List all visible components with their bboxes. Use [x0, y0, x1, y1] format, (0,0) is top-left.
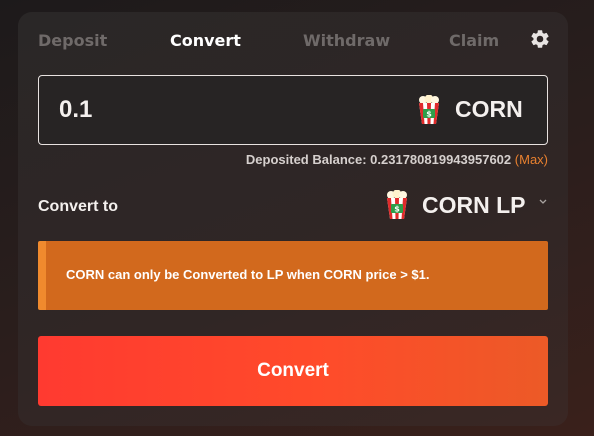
token-name: CORN [455, 96, 523, 122]
tab-bar: Deposit Convert Withdraw Claim [18, 12, 568, 68]
convert-button[interactable]: Convert [38, 336, 548, 406]
warning-banner: CORN can only be Converted to LP when CO… [38, 241, 548, 310]
convert-to-label: Convert to [38, 198, 118, 215]
svg-text:$: $ [394, 205, 400, 214]
balance-label: Deposited Balance: 0.231780819943957602 [245, 152, 512, 167]
amount-value[interactable]: 0.1 [59, 96, 92, 124]
tab-withdraw[interactable]: Withdraw [303, 31, 390, 50]
convert-card: Deposit Convert Withdraw Claim 0.1 $ COR… [18, 12, 568, 426]
amount-input[interactable]: 0.1 $ CORN [38, 75, 548, 145]
tab-claim[interactable]: Claim [449, 31, 499, 50]
popcorn-icon: $ [387, 190, 407, 219]
svg-text:$: $ [426, 110, 432, 119]
chevron-down-icon [539, 199, 547, 204]
target-token-select[interactable]: $ CORN LP [378, 186, 553, 224]
gear-icon[interactable] [529, 28, 551, 50]
target-token-name: CORN LP [422, 192, 526, 218]
warning-text: CORN can only be Converted to LP when CO… [66, 267, 430, 282]
tab-deposit[interactable]: Deposit [38, 31, 107, 50]
tab-convert[interactable]: Convert [170, 31, 241, 50]
popcorn-icon: $ [419, 95, 439, 124]
max-button[interactable]: (Max) [515, 152, 548, 167]
deposited-balance: Deposited Balance: 0.231780819943957602 … [246, 152, 548, 167]
